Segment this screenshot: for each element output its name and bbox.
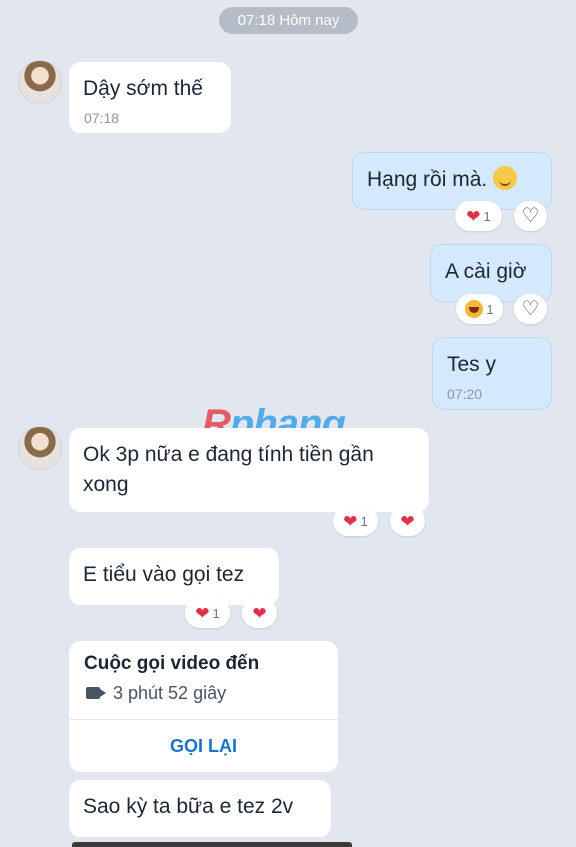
heart-reaction-summary[interactable]: ❤ 1 <box>333 506 378 536</box>
message-bubble-incoming[interactable]: Sao kỳ ta bữa e tez 2v <box>69 780 331 837</box>
video-call-card: Cuộc gọi video đến 3 phút 52 giây GỌI LẠ… <box>69 641 338 772</box>
react-button[interactable]: ♡ <box>514 201 547 231</box>
message-time: 07:18 <box>84 110 120 126</box>
message-text: A cài giờ <box>445 260 527 283</box>
message-text: E tiểu vào gọi tez <box>83 563 245 586</box>
relieved-face-icon <box>493 166 518 190</box>
video-camera-icon <box>86 687 106 699</box>
message-text: Dậy sớm thế <box>83 77 203 100</box>
message-text: Sao kỳ ta bữa e tez 2v <box>83 795 294 818</box>
react-button[interactable]: ❤ <box>242 598 277 628</box>
message-text: Ok 3p nữa e đang tính tiền gần xong <box>83 443 374 496</box>
message-text: Hạng rồi mà. <box>367 168 488 191</box>
contact-avatar[interactable] <box>18 60 62 104</box>
reaction-count: 1 <box>360 513 368 529</box>
call-back-button[interactable]: GỌI LẠI <box>69 720 338 772</box>
call-title: Cuộc gọi video đến <box>84 653 260 674</box>
heart-icon: ❤ <box>252 603 267 623</box>
heart-reaction-summary[interactable]: ❤ 1 <box>455 201 502 231</box>
reaction-count: 1 <box>212 605 220 621</box>
date-separator: 07:18 Hôm nay <box>219 7 358 34</box>
heart-icon: ❤ <box>466 206 481 226</box>
heart-icon: ❤ <box>195 603 210 623</box>
message-text: Tes y <box>447 353 497 376</box>
heart-outline-icon: ♡ <box>521 205 540 227</box>
heart-icon: ❤ <box>343 511 358 531</box>
reaction-count: 1 <box>483 208 491 224</box>
heart-reaction-summary[interactable]: ❤ 1 <box>185 598 230 628</box>
message-bubble-incoming[interactable]: Ok 3p nữa e đang tính tiền gần xong <box>69 428 429 512</box>
message-bubble-incoming[interactable]: E tiểu vào gọi tez <box>69 548 279 605</box>
heart-icon: ❤ <box>400 511 415 531</box>
react-button[interactable]: ❤ <box>390 506 425 536</box>
media-preview-edge <box>72 842 352 847</box>
laughing-face-icon <box>465 300 484 318</box>
contact-avatar[interactable] <box>18 426 62 470</box>
message-time: 07:20 <box>447 386 483 402</box>
heart-outline-icon: ♡ <box>521 298 540 320</box>
react-button[interactable]: ♡ <box>514 294 547 324</box>
reaction-count: 1 <box>486 301 494 317</box>
call-duration: 3 phút 52 giây <box>113 683 227 703</box>
haha-reaction-summary[interactable]: 1 <box>456 294 503 324</box>
